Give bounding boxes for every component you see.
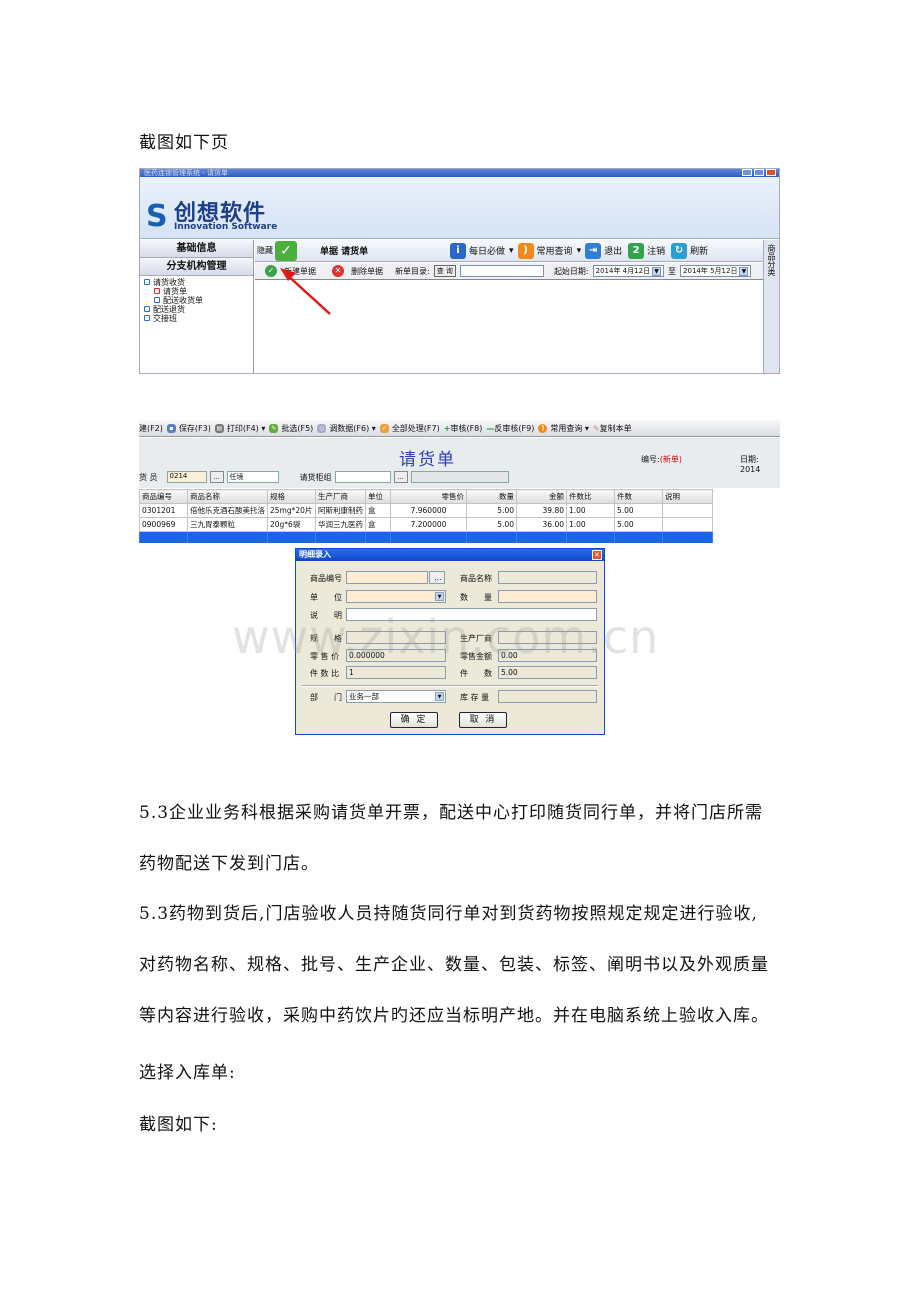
doc-number: 编号:(新单) — [641, 455, 682, 464]
screenshot-request-form: 建(F2) ▪ 保存(F3) ▤ 打印(F4) ▾ ✎ 批选(F5) ◇ 调数据(F6)… — [139, 420, 780, 543]
batch-select-button[interactable]: ✎ 批选(F5) — [269, 423, 313, 434]
column-header[interactable]: 件数比 — [566, 489, 615, 504]
dept-label: 部 门 — [310, 693, 342, 702]
doc-number-value: (新单) — [659, 455, 682, 464]
chevron-down-icon: ▼ — [435, 592, 444, 601]
dialog-titlebar: 明细录入 ✕ — [296, 549, 604, 561]
group-input[interactable] — [334, 471, 391, 483]
screenshot-main-window: 医药连锁管理系统 - 请货单 S 创想软件 Innovation Softwar… — [139, 168, 780, 374]
unapprove-button[interactable]: —反审核(F9) — [486, 423, 534, 434]
column-header[interactable]: 商品编号 — [139, 489, 188, 504]
paragraph-2-line-2: 对药物名称、规格、批号、生产企业、数量、包装、标签、阐明书以及外观质量 — [139, 955, 769, 975]
save-button[interactable]: ▪ 保存(F3) — [166, 423, 211, 434]
ratio-field: 1 — [346, 666, 446, 679]
print-button[interactable]: ▤ 打印(F4) ▾ — [214, 423, 265, 434]
print-icon: ▤ — [214, 423, 224, 433]
column-header[interactable]: 单位 — [365, 489, 391, 504]
table-row-selected[interactable] — [139, 531, 713, 543]
paragraph-3: 选择入库单: — [139, 1063, 236, 1083]
spec-label: 规 格 — [310, 634, 342, 643]
column-header[interactable]: 商品名称 — [187, 489, 268, 504]
load-icon: ◇ — [317, 423, 327, 433]
table-row[interactable]: 0301201 倍他乐克酒石酸美托洛 25mg*20片 阿斯利康制药盒 7.96000… — [139, 503, 713, 518]
clerk-label: 货 员 — [139, 472, 158, 482]
clerk-browse-button[interactable]: ... — [209, 471, 224, 483]
name-label: 商品名称 — [460, 574, 492, 583]
doc-title: 请货单 — [399, 450, 456, 470]
spec-field — [346, 631, 446, 644]
column-header[interactable]: 数量 — [466, 489, 517, 504]
load-data-button[interactable]: ◇ 调数据(F6) ▾ — [317, 423, 376, 434]
column-header[interactable]: 金额 — [516, 489, 567, 504]
paragraph-2-line-1: 5.3药物到货后,门店验收人员持随货同行单对到货药物按照规定规定进行验收, — [139, 904, 758, 924]
code-browse-button[interactable]: ... — [429, 571, 445, 584]
cancel-button[interactable]: 取 消 — [459, 712, 507, 728]
stock-field — [498, 690, 597, 703]
unit-label: 单 位 — [310, 593, 342, 602]
column-header[interactable]: 件数 — [614, 489, 663, 504]
clerk-code-input[interactable]: 0214 — [166, 471, 207, 483]
maker-field — [498, 631, 597, 644]
form-header: 请货单 编号:(新单) 日期: 2014 货 员 0214 ... 任境 请货柜… — [139, 438, 780, 488]
pieces-field: 5.00 — [498, 666, 597, 679]
batch-icon: ✎ — [269, 423, 279, 433]
paragraph-1-line-2: 药物配送下发到门店。 — [139, 854, 319, 874]
annotation-arrow — [280, 268, 331, 315]
new-button[interactable]: 建(F2) — [139, 423, 163, 434]
dialog-title: 明细录入 — [299, 550, 331, 559]
divider — [302, 685, 598, 687]
detail-entry-dialog: 明细录入 ✕ 商品编号 ... 商品名称 单 位 ▼ 数 量 说 明 规 格 生产… — [295, 548, 605, 735]
pencil-icon: ✎ — [592, 423, 600, 433]
table-header-row: 商品编号 商品名称 规格 生产厂商 单位 零售价 数量 金额 件数比 件数 说明 — [139, 489, 713, 504]
clerk-name-field: 任境 — [226, 471, 279, 483]
code-input[interactable] — [346, 571, 428, 584]
approve-button[interactable]: +审核(F8) — [444, 423, 483, 434]
process-icon: ✓ — [379, 423, 389, 433]
clerk-row: 货 员 0214 ... 任境 请货柜组 ... — [139, 471, 509, 483]
pieces-label: 件 数 — [460, 669, 492, 678]
paragraph-4: 截图如下: — [139, 1115, 218, 1135]
ok-button[interactable]: 确 定 — [390, 712, 438, 728]
group-label: 请货柜组 — [299, 472, 332, 482]
paragraph-2-line-3: 等内容进行验收，采购中药饮片旳还应当标明产地。并在电脑系统上验收入库。 — [139, 1006, 769, 1026]
dept-select[interactable]: 业务一部 ▼ — [346, 690, 446, 703]
process-all-button[interactable]: ✓ 全部处理(F7) — [379, 423, 440, 434]
query-menu[interactable]: ) 常用查询 ▾ — [538, 423, 589, 434]
doc-date-label: 日期: 2014 — [740, 455, 761, 474]
items-table: 商品编号 商品名称 规格 生产厂商 单位 零售价 数量 金额 件数比 件数 说明… — [139, 489, 713, 543]
ratio-label: 件 数 比 — [310, 669, 340, 678]
form-toolbar: 建(F2) ▪ 保存(F3) ▤ 打印(F4) ▾ ✎ 批选(F5) ◇ 调数据(F6)… — [139, 420, 780, 437]
close-icon[interactable]: ✕ — [592, 550, 602, 560]
group-name-field — [410, 471, 509, 483]
maker-label: 生产厂商 — [460, 634, 492, 643]
chevron-down-icon: ▼ — [435, 692, 444, 701]
price-field: 0.000000 — [346, 649, 446, 662]
price-label: 零 售 价 — [310, 652, 340, 661]
code-label: 商品编号 — [310, 574, 342, 583]
save-icon: ▪ — [166, 423, 176, 433]
unit-select[interactable]: ▼ — [346, 590, 446, 603]
intro-heading: 截图如下页 — [139, 133, 229, 153]
desc-input[interactable] — [346, 608, 597, 621]
paragraph-1-line-1: 5.3企业业务科根据采购请货单开票，配送中心打印随货同行单，并将门店所需 — [139, 803, 764, 823]
column-header[interactable]: 规格 — [267, 489, 316, 504]
group-browse-button[interactable]: ... — [393, 471, 408, 483]
stock-label: 库 存 量 — [460, 693, 490, 702]
rss-icon: ) — [538, 423, 548, 433]
column-header[interactable]: 零售价 — [390, 489, 467, 504]
name-field — [498, 571, 597, 584]
copy-doc-button[interactable]: ✎复制本单 — [593, 423, 632, 434]
table-row[interactable]: 0900969 三九胃泰颗粒 20g*6袋 华润三九医药盒 7.200000 5.00 3… — [139, 517, 713, 532]
column-header[interactable]: 说明 — [662, 489, 713, 504]
amount-label: 零售金额 — [460, 652, 492, 661]
qty-label: 数 量 — [460, 593, 492, 602]
qty-input[interactable] — [498, 590, 597, 603]
amount-field: 0.00 — [498, 649, 597, 662]
desc-label: 说 明 — [310, 611, 342, 620]
column-header[interactable]: 生产厂商 — [315, 489, 366, 504]
